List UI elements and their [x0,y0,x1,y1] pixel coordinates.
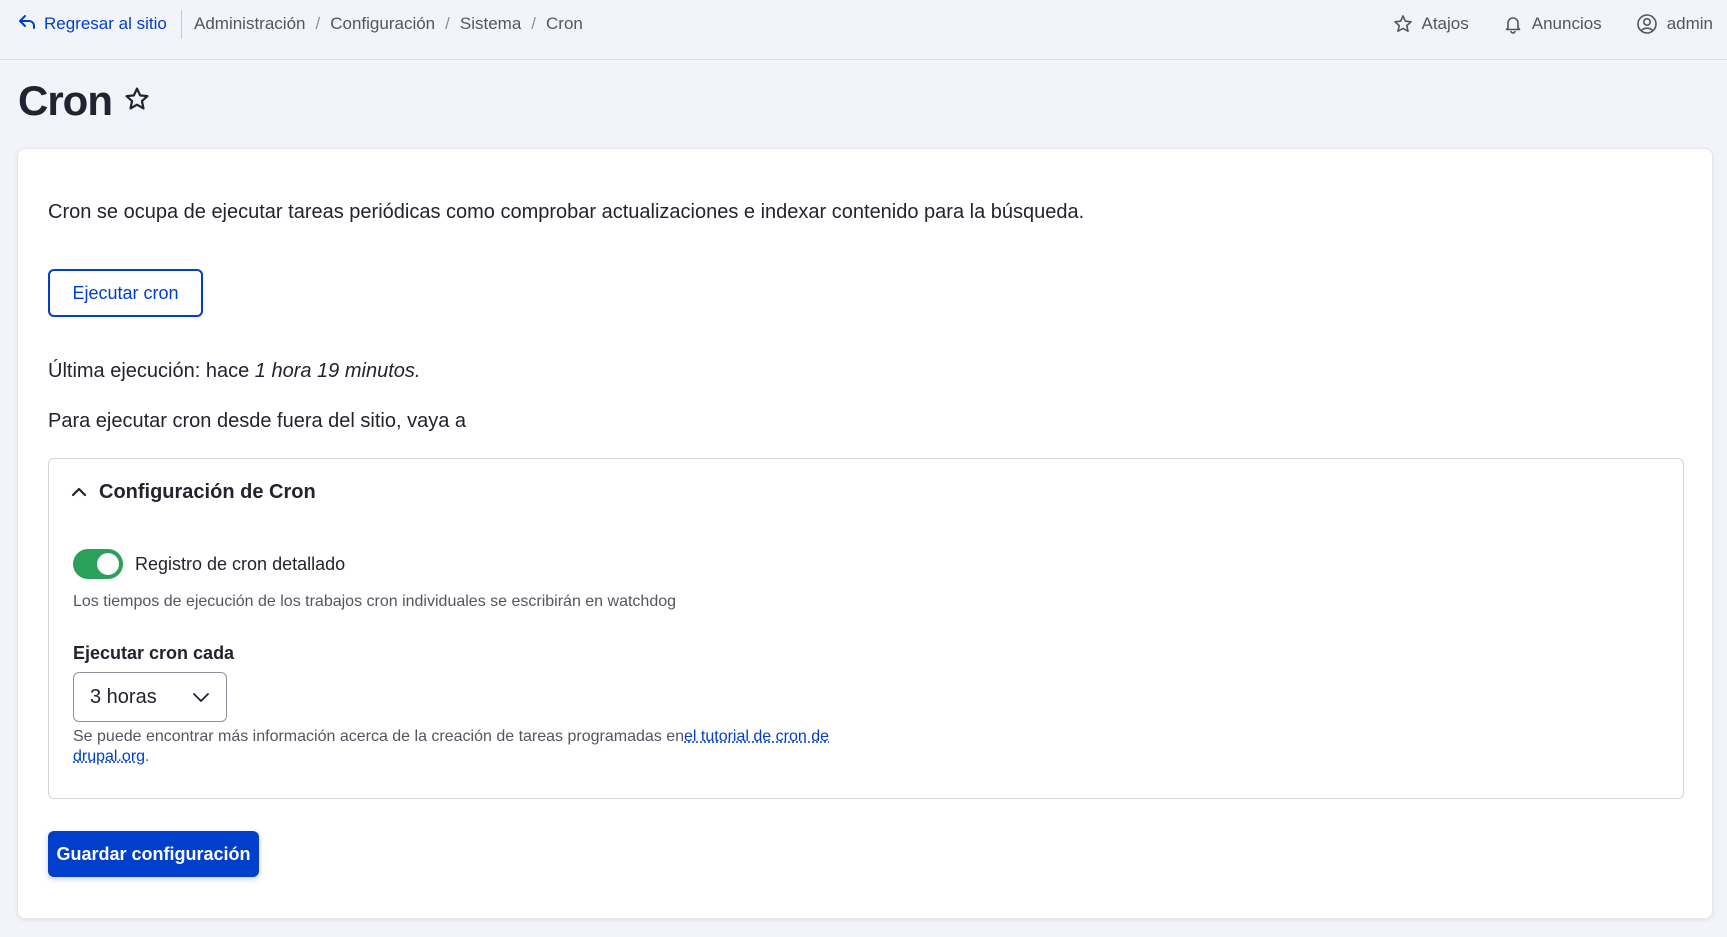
last-run-value: 1 hora 19 minutos. [254,360,421,382]
breadcrumb: Administración / Configuración / Sistema… [194,12,583,36]
admin-toolbar: Regresar al sitio Administración / Confi… [0,0,1727,60]
chevron-down-icon [192,686,210,709]
breadcrumb-item-cron: Cron [546,14,583,33]
breadcrumb-item-configuracion[interactable]: Configuración [330,14,435,34]
shortcuts-button[interactable]: Atajos [1393,14,1469,34]
breadcrumb-item-administracion[interactable]: Administración [194,14,306,34]
breadcrumb-item-sistema[interactable]: Sistema [460,14,521,34]
last-run-prefix: Última ejecución: hace [48,360,255,382]
toggle-knob [97,553,119,575]
cron-settings-title: Configuración de Cron [99,481,316,503]
last-run-text: Última ejecución: hace 1 hora 19 minutos… [48,360,420,383]
breadcrumb-separator: / [531,14,537,33]
star-icon [1393,14,1413,34]
interval-select[interactable]: 3 horas [73,672,227,722]
bell-icon [1503,14,1523,34]
breadcrumb-separator: / [445,14,450,33]
shortcuts-label: Atajos [1421,14,1469,33]
cron-settings-details: Configuración de Cron Registro de cron d… [48,458,1684,799]
logging-toggle-row: Registro de cron detallado [73,549,345,579]
interval-description-suffix: . [145,748,150,765]
external-run-text: Para ejecutar cron desde fuera del sitio… [48,410,467,432]
save-configuration-button[interactable]: Guardar configuración [48,831,259,877]
logging-toggle[interactable] [73,549,123,579]
announcements-button[interactable]: Anuncios [1503,14,1602,34]
announcements-label: Anuncios [1531,14,1602,33]
interval-description: Se puede encontrar más información acerc… [73,727,833,767]
page-header: Cron [18,76,150,126]
interval-selected-value: 3 horas [90,685,157,708]
toolbar-actions: Atajos Anuncios admin [1393,10,1727,38]
back-to-site-label: Regresar al sitio [44,14,167,33]
star-icon[interactable] [124,86,150,117]
logging-description: Los tiempos de ejecución de los trabajos… [73,593,677,610]
user-label: admin [1666,14,1713,33]
page-title: Cron [18,77,113,124]
back-arrow-icon [18,13,36,36]
user-circle-icon [1636,13,1658,35]
cron-settings-summary[interactable]: Configuración de Cron [71,481,316,504]
interval-label: Ejecutar cron cada [73,643,235,663]
chevron-up-icon [71,481,87,504]
logging-toggle-label: Registro de cron detallado [135,553,346,574]
toolbar-divider [181,10,182,39]
content-card: Cron se ocupa de ejecutar tareas periódi… [17,148,1713,919]
breadcrumb-separator: / [315,14,321,33]
run-cron-button[interactable]: Ejecutar cron [48,269,203,317]
interval-description-text: Se puede encontrar más información acerc… [73,728,685,745]
back-to-site-link[interactable]: Regresar al sitio [18,12,167,36]
user-menu-button[interactable]: admin [1636,13,1713,35]
intro-text: Cron se ocupa de ejecutar tareas periódi… [48,201,1085,223]
